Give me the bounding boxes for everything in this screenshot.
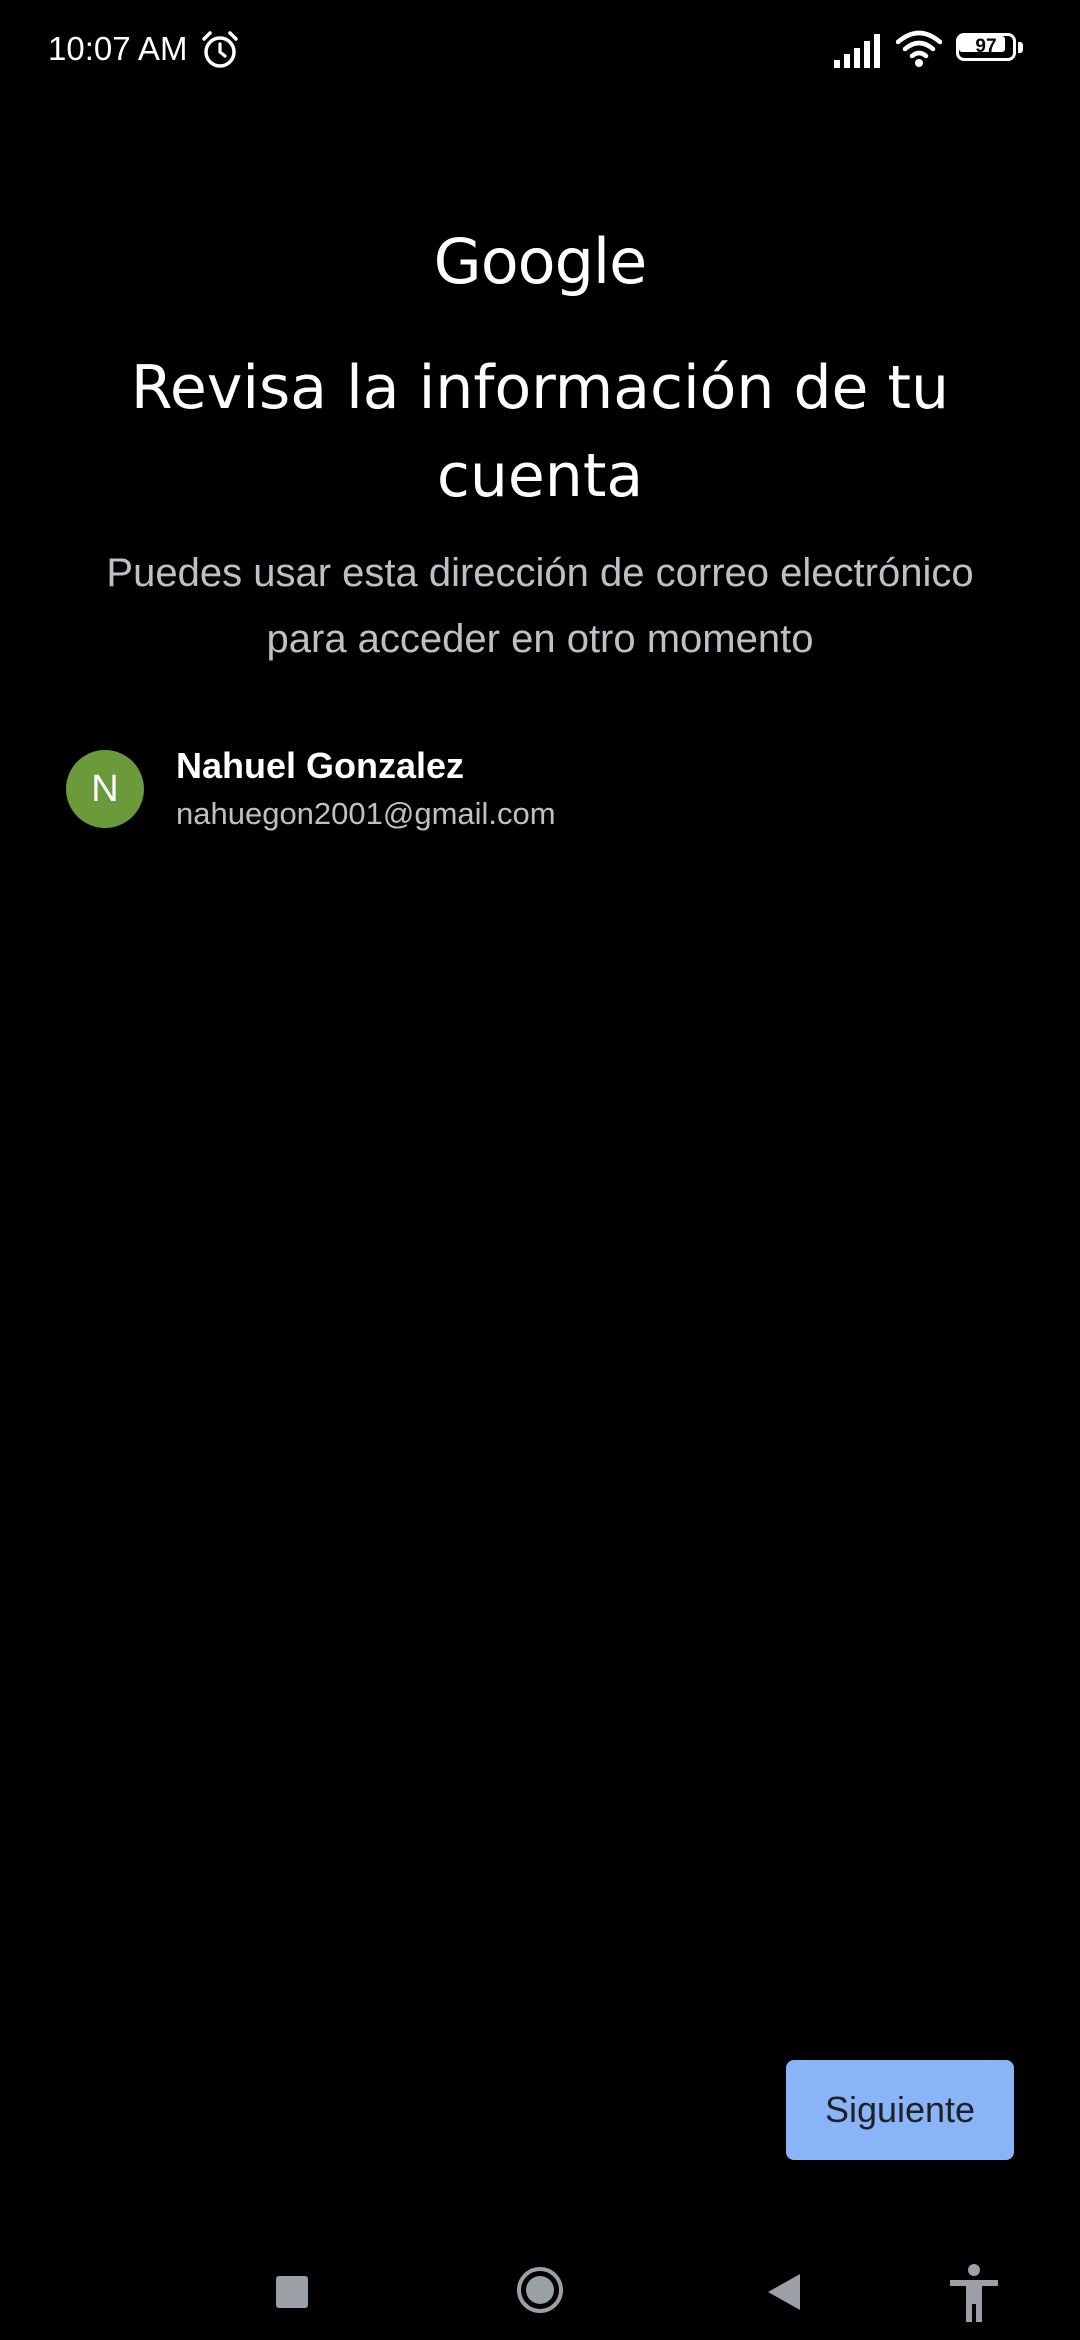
google-logo: Google <box>433 225 648 298</box>
avatar: N <box>66 750 144 828</box>
account-name: Nahuel Gonzalez <box>176 745 465 786</box>
triangle-back-icon[interactable] <box>764 2272 804 2312</box>
page-subtitle: Puedes usar esta dirección de correo ele… <box>106 551 974 661</box>
alarm-clock-icon <box>202 31 238 68</box>
page-title: Revisa la información de tu cuenta <box>130 353 950 511</box>
next-button[interactable]: Siguiente <box>786 2060 1014 2160</box>
account-chip: N Nahuel Gonzalez nahuegon2001@gmail.com <box>66 744 966 834</box>
battery-icon: 97 <box>956 33 1026 65</box>
status-bar: 10:07 AM 97 <box>0 0 1080 100</box>
wifi-icon <box>896 30 942 67</box>
cell-signal-icon <box>834 34 880 68</box>
status-time: 10:07 AM <box>48 30 188 67</box>
accessibility-person-icon[interactable] <box>948 2264 1000 2324</box>
square-recents-icon[interactable] <box>276 2276 308 2308</box>
account-email: nahuegon2001@gmail.com <box>176 796 556 831</box>
battery-level: 97 <box>975 36 997 57</box>
circle-home-icon[interactable] <box>516 2266 564 2314</box>
navigation-bar <box>0 2220 1080 2340</box>
